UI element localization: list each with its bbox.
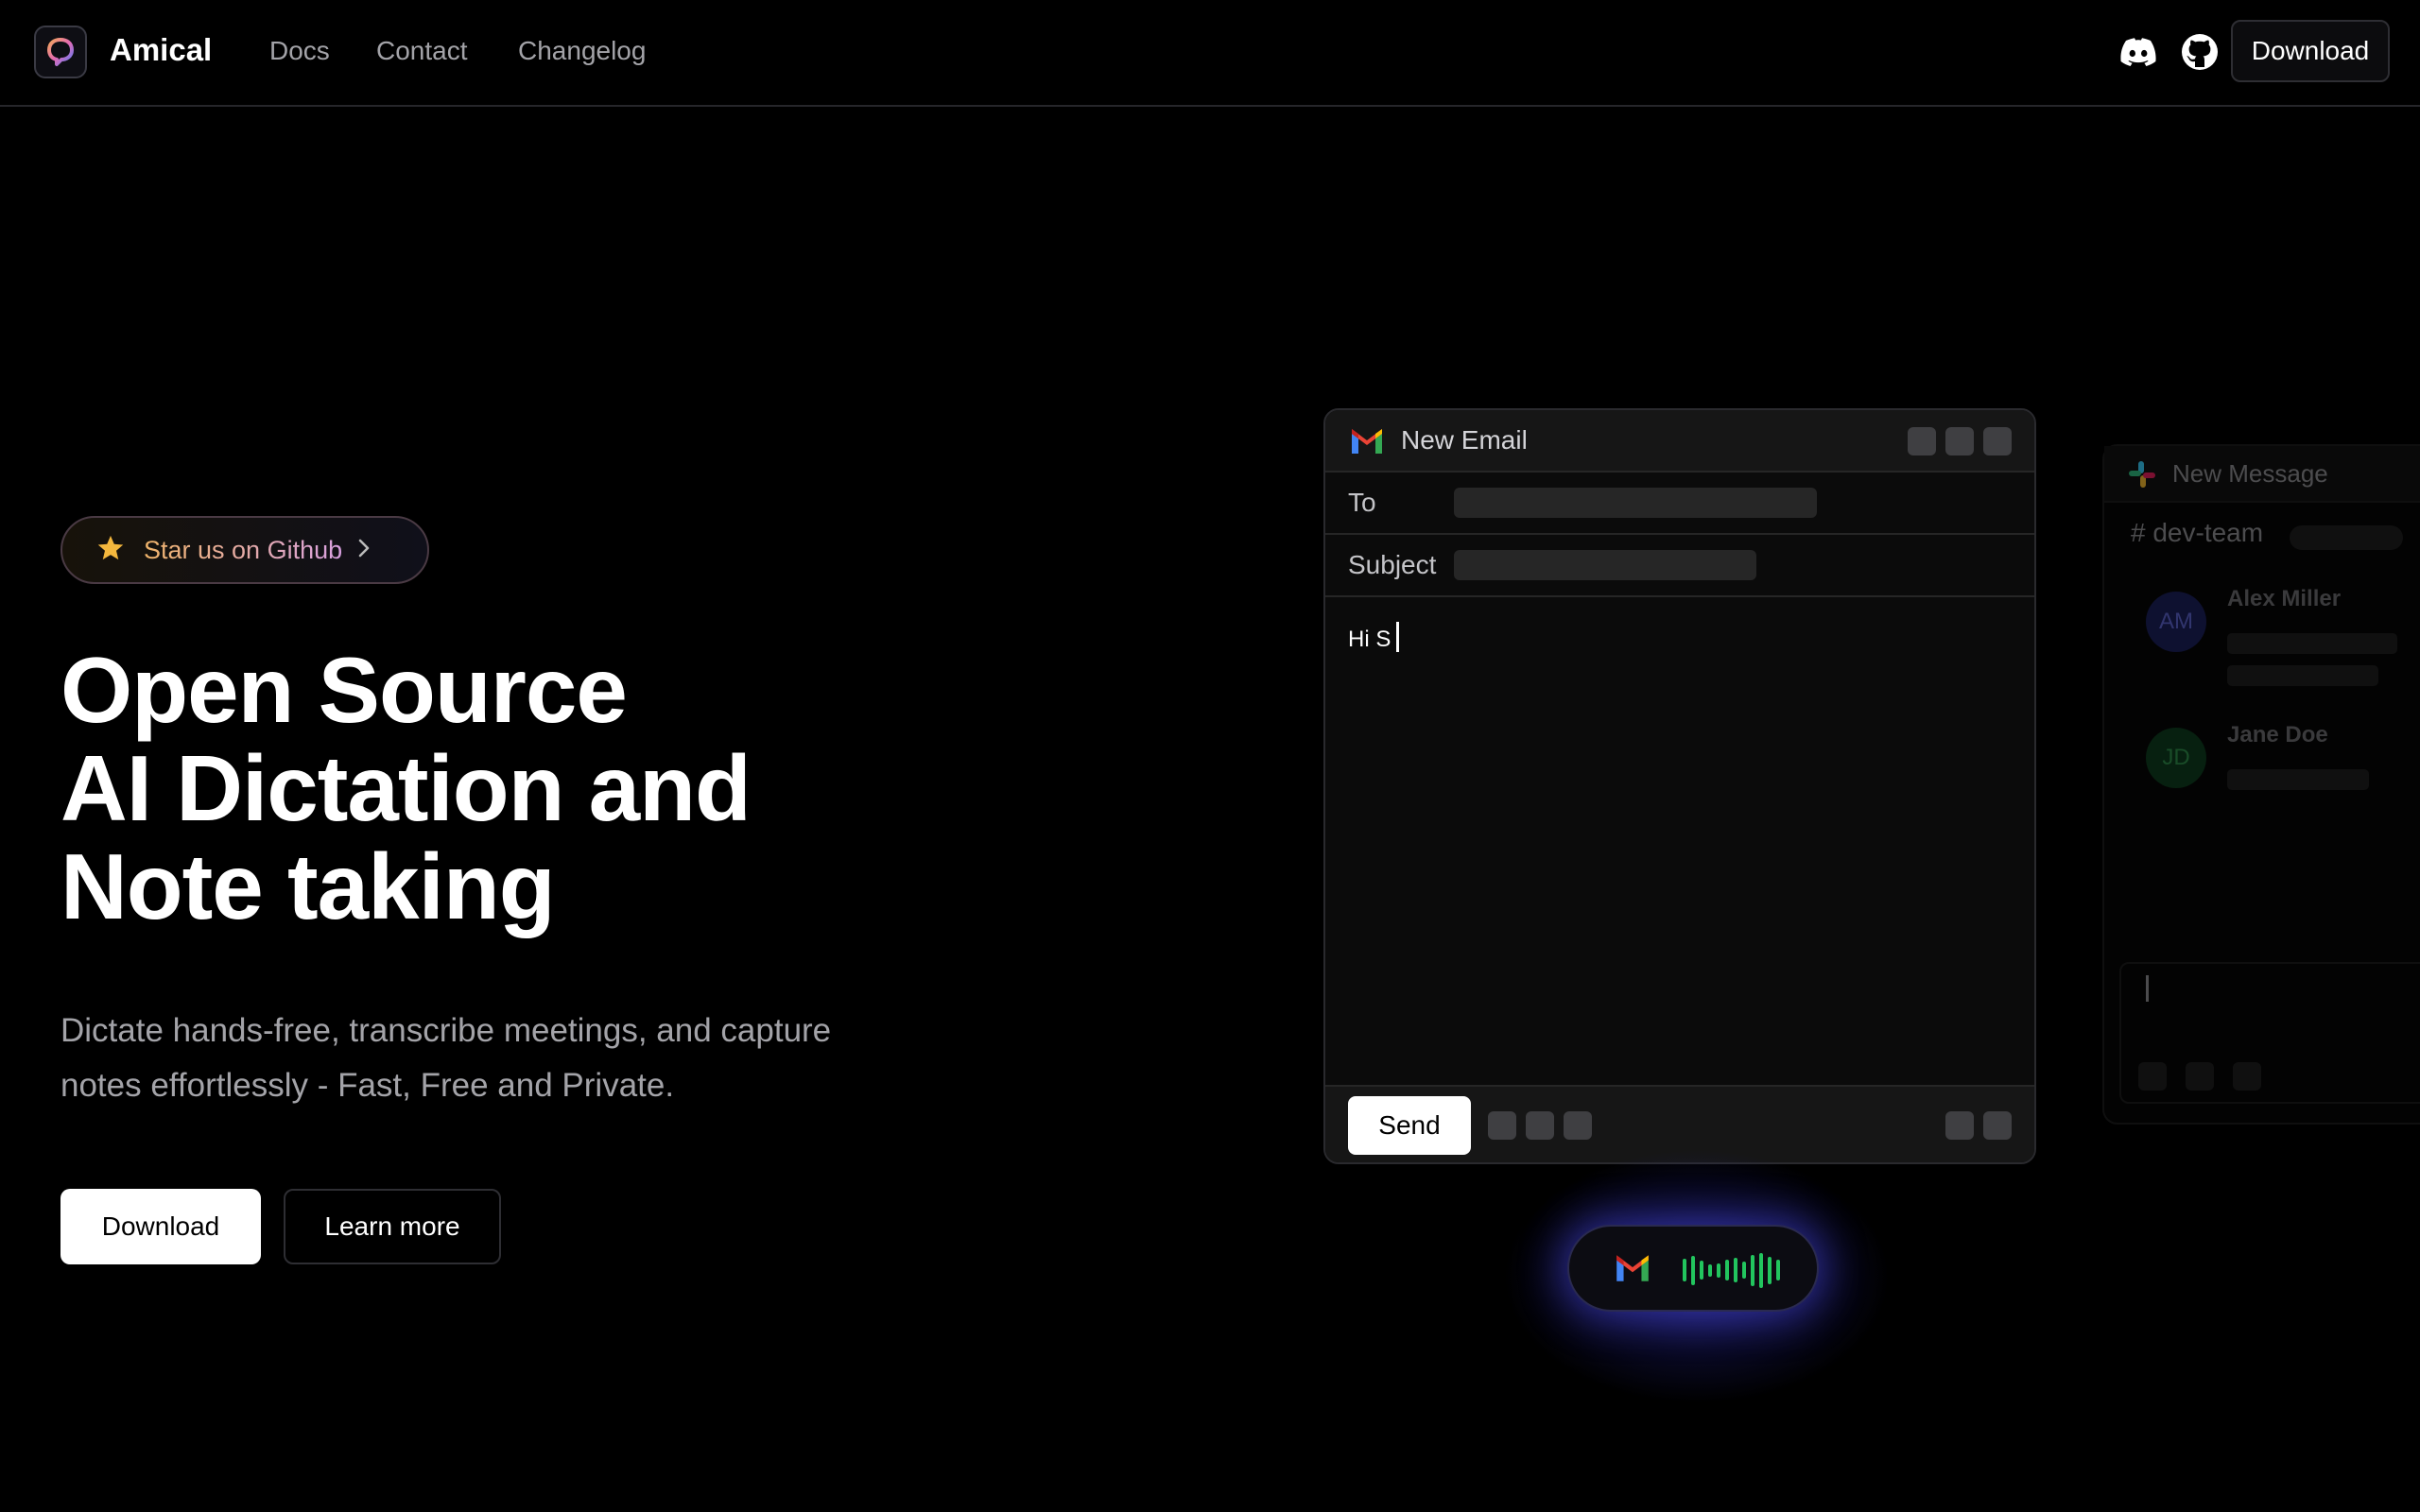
text-caret (2146, 975, 2149, 1002)
hero-download-button[interactable]: Download (60, 1189, 261, 1264)
slack-window-preview: New Message # dev-team AM Alex Miller JD… (2102, 444, 2420, 1134)
amical-logo[interactable] (34, 26, 87, 78)
avatar-jd: JD (2146, 728, 2206, 788)
waveform-bar (1717, 1263, 1720, 1278)
recording-indicator[interactable] (1567, 1225, 1819, 1312)
waveform-bar (1691, 1255, 1695, 1285)
attach-button[interactable] (1526, 1111, 1554, 1140)
send-button[interactable]: Send (1348, 1096, 1471, 1155)
email-body[interactable]: Hi S (1325, 597, 2034, 1089)
subject-field[interactable] (1454, 550, 1756, 580)
close-button[interactable] (1983, 427, 2012, 455)
headline-line-2: AI Dictation and (60, 736, 752, 840)
composer-tool-button (2186, 1062, 2214, 1091)
message-line (2227, 665, 2378, 686)
message-line (2227, 633, 2397, 654)
subtitle-line-1: Dictate hands-free, transcribe meetings,… (60, 1012, 832, 1049)
waveform-bar (1751, 1254, 1754, 1286)
to-label: To (1348, 488, 1376, 517)
audio-waveform (1683, 1249, 1780, 1291)
waveform-bar (1708, 1263, 1712, 1277)
slack-channel: # dev-team (2131, 518, 2264, 547)
more-options-button[interactable] (1945, 1111, 1974, 1140)
gmail-icon (1613, 1251, 1652, 1288)
hero-subtitle: Dictate hands-free, transcribe meetings,… (60, 1004, 968, 1113)
waveform-bar (1683, 1259, 1686, 1281)
email-compose-window: New Email To Subject Hi S Send (1323, 408, 2036, 1164)
composer-tool-button (2138, 1062, 2167, 1091)
to-field[interactable] (1454, 488, 1817, 518)
sender-name-2: Jane Doe (2227, 722, 2328, 747)
text-caret (1396, 622, 1400, 652)
chevron-right-icon (357, 536, 371, 565)
format-button[interactable] (1488, 1111, 1516, 1140)
nav-link-changelog[interactable]: Changelog (518, 36, 646, 66)
nav-link-contact[interactable]: Contact (376, 36, 468, 66)
slack-titlebar: New Message (2104, 446, 2420, 503)
link-button[interactable] (1564, 1111, 1592, 1140)
channel-chip (2290, 525, 2403, 550)
slack-window: New Message # dev-team AM Alex Miller JD… (2102, 444, 2420, 1125)
waveform-bar (1700, 1261, 1703, 1280)
message-line (2227, 769, 2369, 790)
email-body-text: Hi S (1348, 622, 1400, 653)
waveform-bar (1776, 1260, 1780, 1280)
headline-line-3: Note taking (60, 834, 556, 938)
subject-label: Subject (1348, 550, 1437, 579)
email-window-title: New Email (1401, 425, 1528, 455)
waveform-bar (1725, 1260, 1729, 1280)
learn-more-button[interactable]: Learn more (284, 1189, 501, 1264)
top-nav: Amical Docs Contact Changelog Download (0, 0, 2420, 107)
brand-name[interactable]: Amical (110, 32, 212, 68)
hero-headline: Open Source AI Dictation and Note taking (60, 638, 752, 938)
typed-text: Hi S (1348, 627, 1392, 652)
slack-title: New Message (2172, 459, 2328, 488)
waveform-bar (1768, 1256, 1772, 1284)
waveform-bar (1742, 1262, 1746, 1279)
email-titlebar: New Email (1325, 410, 2034, 472)
to-row: To (1325, 472, 2034, 535)
headline-line-1: Open Source (60, 638, 628, 742)
delete-draft-button[interactable] (1983, 1111, 2012, 1140)
star-github-badge[interactable]: Star us on Github (60, 516, 429, 584)
gmail-icon (1348, 425, 1386, 460)
waveform-bar (1759, 1252, 1763, 1288)
logo-icon (47, 38, 74, 66)
nav-link-docs[interactable]: Docs (269, 36, 330, 66)
star-icon (96, 534, 125, 567)
github-icon[interactable] (2179, 31, 2221, 73)
maximize-button[interactable] (1945, 427, 1974, 455)
slack-icon (2127, 459, 2157, 494)
subtitle-line-2: notes effortlessly - Fast, Free and Priv… (60, 1067, 675, 1104)
discord-icon[interactable] (2118, 31, 2159, 73)
star-github-label: Star us on Github (144, 535, 343, 564)
composer-tool-button (2233, 1062, 2261, 1091)
avatar-am: AM (2146, 592, 2206, 652)
sender-name-1: Alex Miller (2227, 586, 2342, 611)
subject-row: Subject (1325, 535, 2034, 597)
waveform-bar (1734, 1258, 1737, 1282)
nav-download-button[interactable]: Download (2231, 20, 2390, 82)
minimize-button[interactable] (1908, 427, 1936, 455)
